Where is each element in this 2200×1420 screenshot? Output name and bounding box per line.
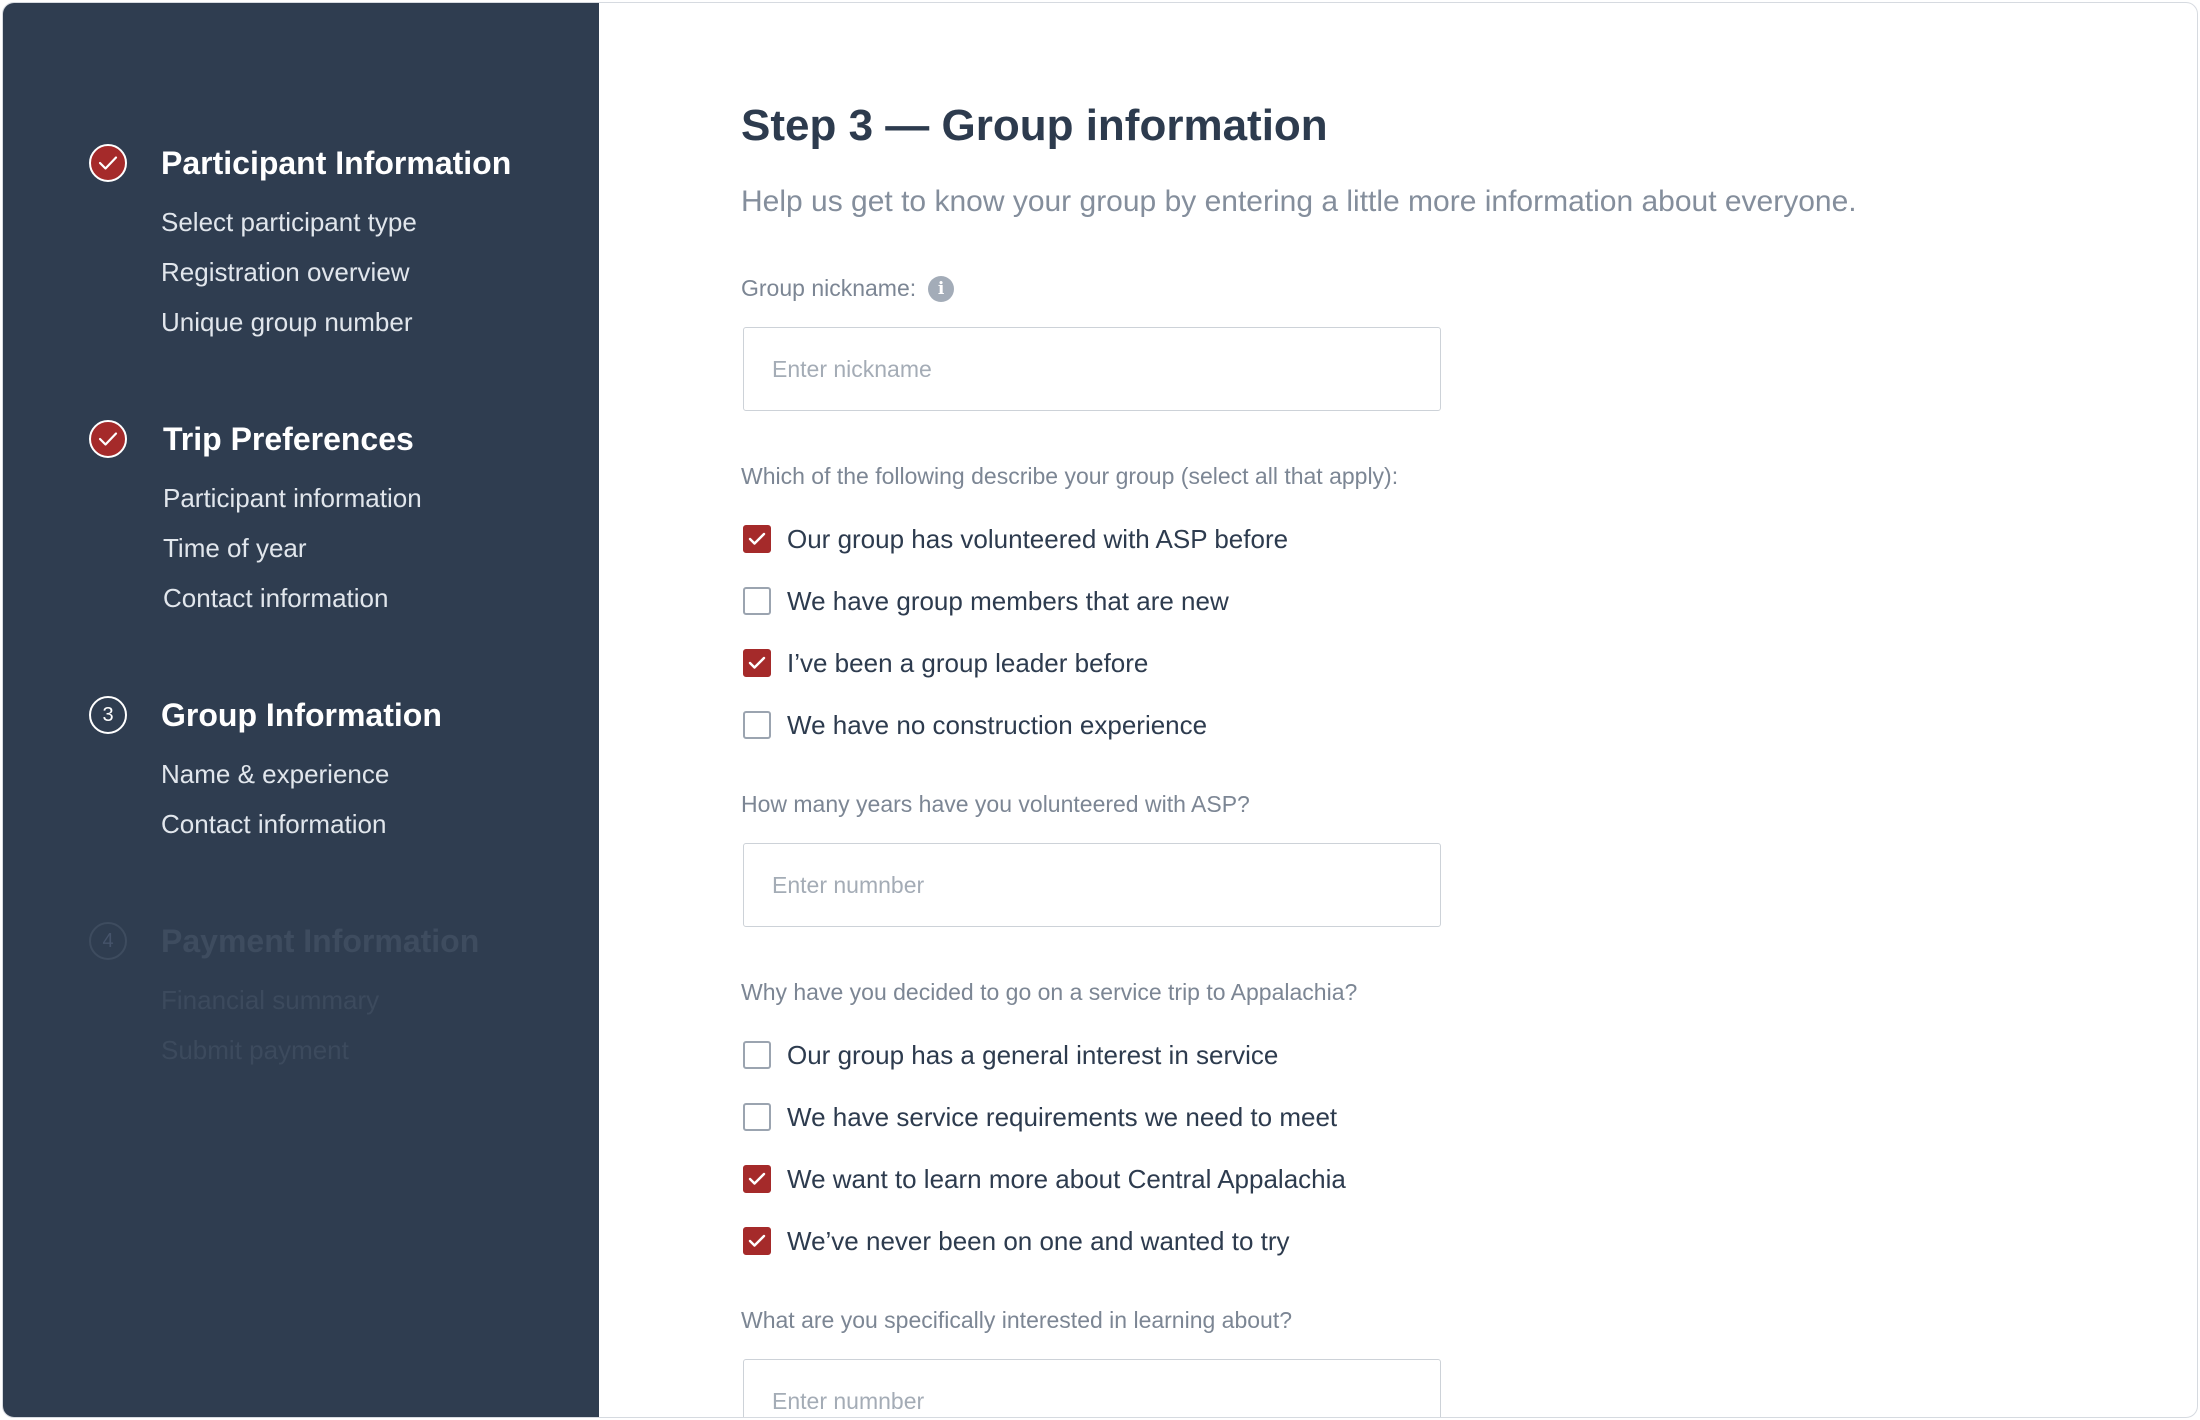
checkbox[interactable]: [743, 1103, 771, 1131]
checkbox[interactable]: [743, 525, 771, 553]
sidebar-section-header[interactable]: Trip Preferences: [89, 417, 422, 461]
sidebar-item-submit-payment: Submit payment: [161, 1035, 349, 1065]
sidebar-section-group-information: 3 Group Information Name & experience Co…: [89, 693, 442, 849]
sidebar-section-title: Participant Information: [161, 144, 512, 181]
sidebar-item-contact-information[interactable]: Contact information: [163, 573, 422, 623]
sidebar-item-name-experience[interactable]: Name & experience: [161, 749, 442, 799]
describe-option-volunteered-before[interactable]: Our group has volunteered with ASP befor…: [743, 519, 1288, 559]
checkbox-label: We have group members that are new: [787, 585, 1229, 616]
years-label: How many years have you volunteered with…: [741, 791, 1250, 817]
sidebar-item-registration-overview[interactable]: Registration overview: [161, 247, 511, 297]
why-option-service-requirements[interactable]: We have service requirements we need to …: [743, 1097, 1337, 1137]
checkbox-label: Our group has volunteered with ASP befor…: [787, 523, 1289, 554]
sidebar-section-trip-preferences: Trip Preferences Participant information…: [89, 417, 422, 623]
step-number-icon: 4: [89, 922, 127, 960]
page-title: Step 3 — Group information: [741, 101, 1328, 150]
sidebar-section-title: Payment Information: [161, 922, 480, 959]
sidebar-section-title: Trip Preferences: [163, 420, 414, 457]
why-option-learn-appalachia[interactable]: We want to learn more about Central Appa…: [743, 1159, 1346, 1199]
describe-option-leader-before[interactable]: I’ve been a group leader before: [743, 643, 1148, 683]
sidebar-item-participant-information[interactable]: Participant information: [163, 473, 422, 523]
sidebar-section-payment-information: 4 Payment Information Financial summary …: [89, 919, 479, 1075]
checkbox[interactable]: [743, 649, 771, 677]
sidebar-item-financial-summary: Financial summary: [161, 985, 380, 1015]
sidebar-item-select-participant-type[interactable]: Select participant type: [161, 197, 511, 247]
interest-input[interactable]: [743, 1359, 1441, 1417]
step-number-icon: 3: [89, 696, 127, 734]
checkbox-label: I’ve been a group leader before: [787, 647, 1149, 678]
registration-window: Participant Information Select participa…: [2, 2, 2198, 1418]
sidebar-item-unique-group-number[interactable]: Unique group number: [161, 297, 511, 347]
info-icon[interactable]: i: [928, 275, 955, 302]
sidebar-section-header: 4 Payment Information: [89, 919, 479, 963]
completed-check-icon: [89, 420, 127, 458]
checkbox[interactable]: [743, 1227, 771, 1255]
sidebar-section-participant-information: Participant Information Select participa…: [89, 141, 511, 347]
describe-option-no-construction[interactable]: We have no construction experience: [743, 705, 1207, 745]
why-option-general-interest[interactable]: Our group has a general interest in serv…: [743, 1035, 1278, 1075]
page-subtitle: Help us get to know your group by enteri…: [741, 185, 1857, 218]
sidebar-item-time-of-year[interactable]: Time of year: [163, 523, 422, 573]
sidebar-section-title: Group Information: [161, 696, 442, 733]
checkbox-label: We have service requirements we need to …: [787, 1101, 1338, 1132]
why-option-never-been[interactable]: We’ve never been on one and wanted to tr…: [743, 1221, 1290, 1261]
completed-check-icon: [89, 144, 127, 182]
checkbox[interactable]: [743, 711, 771, 739]
checkbox-label: We have no construction experience: [787, 709, 1208, 740]
nickname-label-text: Group nickname:: [741, 275, 917, 301]
describe-option-new-members[interactable]: We have group members that are new: [743, 581, 1229, 621]
interest-label: What are you specifically interested in …: [741, 1307, 1293, 1333]
years-input[interactable]: [743, 843, 1441, 927]
sidebar-item-contact-information[interactable]: Contact information: [161, 799, 442, 849]
nickname-label: Group nickname: i: [741, 275, 955, 302]
checkbox-label: We’ve never been on one and wanted to tr…: [787, 1225, 1290, 1256]
describe-question: Which of the following describe your gro…: [741, 463, 1399, 489]
nickname-input[interactable]: [743, 327, 1441, 411]
sidebar-section-header[interactable]: 3 Group Information: [89, 693, 442, 737]
checkbox-label: We want to learn more about Central Appa…: [787, 1163, 1346, 1194]
checkbox-label: Our group has a general interest in serv…: [787, 1039, 1279, 1070]
why-question: Why have you decided to go on a service …: [741, 979, 1358, 1005]
checkbox[interactable]: [743, 1041, 771, 1069]
progress-sidebar: Participant Information Select participa…: [3, 3, 599, 1417]
checkbox[interactable]: [743, 1165, 771, 1193]
sidebar-section-header[interactable]: Participant Information: [89, 141, 511, 185]
checkbox[interactable]: [743, 587, 771, 615]
